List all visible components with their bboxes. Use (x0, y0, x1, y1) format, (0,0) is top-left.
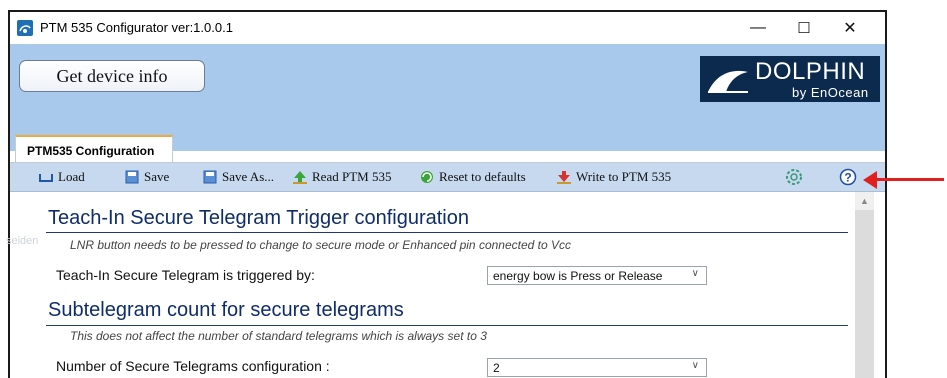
read-label: Read PTM 535 (312, 169, 392, 184)
window-title: PTM 535 Configurator ver:1.0.0.1 (40, 20, 233, 35)
reset-defaults-button[interactable]: Reset to defaults (419, 169, 526, 185)
write-label: Write to PTM 535 (576, 169, 672, 184)
gear-icon[interactable] (785, 168, 803, 186)
annotation-arrow-head (863, 171, 877, 189)
save-button[interactable]: Save (124, 169, 169, 185)
load-button[interactable]: Load (38, 169, 85, 185)
secure-telegram-count-select[interactable]: 2 ∨ (487, 358, 707, 377)
write-icon (556, 170, 572, 184)
section-rule (46, 232, 848, 233)
reset-label: Reset to defaults (439, 169, 526, 184)
section-rule (46, 325, 848, 326)
close-button[interactable]: ✕ (827, 12, 873, 44)
ghost-text: seiden (6, 235, 39, 247)
config-content: Teach-In Secure Telegram Trigger configu… (10, 192, 855, 378)
teach-in-trigger-select[interactable]: energy bow is Press or Release ∨ (487, 266, 707, 285)
chevron-down-icon: ∨ (691, 360, 699, 371)
secure-telegram-count-value: 2 (493, 361, 500, 375)
dolphin-logo: DOLPHIN by EnOcean (700, 56, 880, 102)
save-as-label: Save As... (222, 169, 274, 184)
dolphin-logo-icon (708, 70, 748, 93)
maximize-button[interactable]: ☐ (781, 12, 827, 44)
chevron-down-icon: ∨ (691, 268, 699, 279)
toolbar: Load Save Save As... Read PTM 535 Reset … (10, 163, 885, 192)
scroll-up-arrow[interactable]: ▲ (855, 192, 874, 210)
save-label: Save (144, 169, 170, 184)
section-title-teach-in: Teach-In Secure Telegram Trigger configu… (48, 207, 469, 229)
annotation-arrow-line (870, 178, 944, 181)
logo-main-text: DOLPHIN (755, 58, 866, 85)
load-icon (38, 170, 54, 184)
read-icon (292, 170, 308, 184)
help-icon[interactable]: ? (839, 168, 857, 186)
section-note-subtelegram: This does not affect the number of stand… (70, 329, 487, 343)
reset-icon (419, 170, 435, 184)
teach-in-trigger-label: Teach-In Secure Telegram is triggered by… (56, 267, 315, 283)
tab-ptm535-configuration[interactable]: PTM535 Configuration (15, 135, 173, 163)
read-ptm-button[interactable]: Read PTM 535 (292, 169, 391, 185)
get-device-info-button[interactable]: Get device info (19, 60, 205, 92)
save-icon (124, 170, 140, 184)
svg-text:?: ? (844, 171, 851, 185)
section-note-teach-in: LNR button needs to be pressed to change… (70, 238, 571, 252)
save-as-icon (202, 170, 218, 184)
save-as-button[interactable]: Save As... (202, 169, 274, 185)
write-ptm-button[interactable]: Write to PTM 535 (556, 169, 671, 185)
minimize-button[interactable]: — (735, 12, 781, 44)
title-bar: PTM 535 Configurator ver:1.0.0.1 — ☐ ✕ (10, 12, 885, 44)
teach-in-trigger-value: energy bow is Press or Release (493, 269, 663, 283)
secure-telegram-count-label: Number of Secure Telegrams configuration… (56, 358, 330, 374)
app-window: PTM 535 Configurator ver:1.0.0.1 — ☐ ✕ G… (8, 10, 887, 378)
app-icon (17, 20, 33, 36)
vertical-scrollbar[interactable] (855, 192, 874, 378)
logo-sub-text: by EnOcean (792, 85, 869, 100)
section-title-subtelegram: Subtelegram count for secure telegrams (48, 299, 404, 321)
load-label: Load (58, 169, 85, 184)
